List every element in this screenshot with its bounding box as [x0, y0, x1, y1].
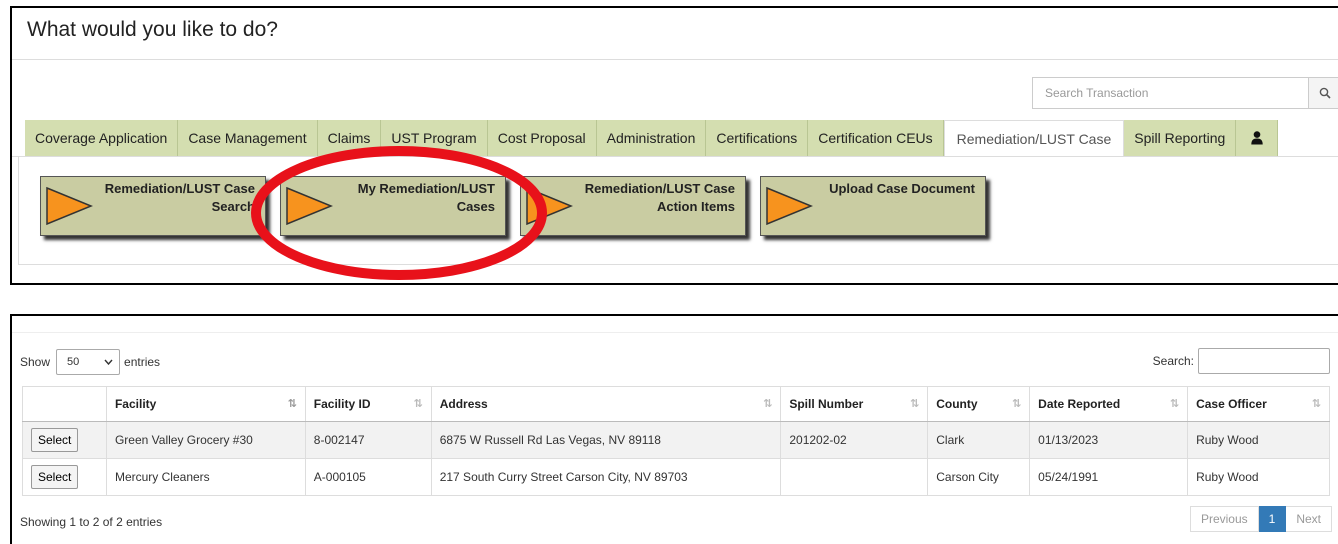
cell-county: Carson City [927, 458, 1031, 496]
sort-asc-icon: ⇅ [287, 398, 297, 410]
tab-spill-reporting[interactable]: Spill Reporting [1124, 120, 1237, 156]
cell-address: 6875 W Russell Rd Las Vegas, NV 89118 [430, 421, 782, 459]
table-header-row: Facility ⇅ Facility ID ⇅ Address ⇅ Spill Nu… [22, 386, 1330, 422]
tab-cost-proposal[interactable]: Cost Proposal [487, 120, 597, 156]
remediation-action-items-button[interactable]: Remediation/LUST Case Action Items [520, 176, 746, 236]
column-header-date-reported[interactable]: Date Reported ⇅ [1029, 386, 1189, 422]
cases-panel: Show 50 entries Search: Facility ⇅ Facili… [10, 314, 1338, 544]
play-arrow-icon [526, 186, 573, 226]
previous-page-button[interactable]: Previous [1189, 506, 1259, 532]
column-header-case-officer[interactable]: Case Officer ⇅ [1187, 386, 1330, 422]
tab-certification-ceus[interactable]: Certification CEUs [808, 120, 944, 156]
show-label: Show [20, 355, 51, 369]
action-label: Remediation/LUST Case Search [104, 181, 255, 214]
cell-county: Clark [927, 421, 1031, 459]
filter-label: Search: [1152, 354, 1194, 368]
column-header-address[interactable]: Address ⇅ [430, 386, 782, 422]
column-header-spill-number[interactable]: Spill Number ⇅ [780, 386, 929, 422]
search-button[interactable] [1308, 77, 1338, 109]
cell-facility-id: 8-002147 [304, 421, 432, 459]
title-divider [12, 59, 1338, 60]
tab-coverage-application[interactable]: Coverage Application [25, 120, 179, 156]
action-label: My Remediation/LUST Cases [357, 181, 495, 214]
cell-date-reported: 05/24/1991 [1029, 458, 1189, 496]
table-row: Select Mercury Cleaners A-000105 217 Sou… [22, 458, 1330, 496]
cases-table: Facility ⇅ Facility ID ⇅ Address ⇅ Spill Nu… [22, 386, 1330, 496]
chevron-down-icon [104, 359, 113, 365]
table-filter: Search: [1153, 348, 1330, 374]
select-button[interactable]: Select [31, 428, 79, 452]
main-tabs: Coverage Application Case Management Cla… [25, 120, 1279, 156]
panel-divider [12, 332, 1338, 333]
cell-case-officer: Ruby Wood [1187, 458, 1330, 496]
sort-icon: ⇅ [413, 398, 423, 410]
cell-facility: Mercury Cleaners [105, 458, 306, 496]
action-label: Remediation/LUST Case Action Items [584, 181, 735, 214]
upload-case-document-button[interactable]: Upload Case Document [760, 176, 986, 236]
cell-case-officer: Ruby Wood [1187, 421, 1330, 459]
action-panel: What would you like to do? Coverage Appl… [10, 6, 1338, 285]
sort-icon: ⇅ [1311, 398, 1321, 410]
sort-icon: ⇅ [910, 398, 920, 410]
user-icon [1251, 131, 1263, 145]
column-header-action [22, 386, 107, 422]
tab-claims[interactable]: Claims [317, 120, 382, 156]
remediation-case-search-button[interactable]: Remediation/LUST Case Search [40, 176, 266, 236]
next-page-button[interactable]: Next [1286, 506, 1332, 532]
cell-date-reported: 01/13/2023 [1029, 421, 1189, 459]
sort-icon: ⇅ [1169, 398, 1180, 410]
entries-label: entries [124, 355, 161, 369]
pagination: Previous 1 Next [1189, 506, 1332, 532]
column-header-county[interactable]: County ⇅ [927, 386, 1031, 422]
search-icon [1319, 87, 1331, 99]
cell-spill-number: 201202-02 [780, 421, 929, 459]
tab-ust-program[interactable]: UST Program [381, 120, 488, 156]
table-search-input[interactable] [1198, 348, 1330, 374]
page-1-button[interactable]: 1 [1258, 506, 1287, 532]
action-label: Upload Case Document [829, 181, 975, 196]
my-remediation-cases-button[interactable]: My Remediation/LUST Cases [280, 176, 506, 236]
table-info: Showing 1 to 2 of 2 entries [20, 515, 163, 529]
transaction-search [1032, 77, 1338, 109]
tab-certifications[interactable]: Certifications [706, 120, 809, 156]
search-input[interactable] [1032, 77, 1308, 109]
page-title: What would you like to do? [27, 18, 278, 41]
cell-facility: Green Valley Grocery #30 [105, 421, 306, 459]
cell-facility-id: A-000105 [304, 458, 432, 496]
tab-user-profile[interactable] [1236, 120, 1279, 156]
tab-administration[interactable]: Administration [596, 120, 707, 156]
cell-address: 217 South Curry Street Carson City, NV 8… [430, 458, 782, 496]
play-arrow-icon [766, 186, 813, 226]
play-arrow-icon [286, 186, 333, 226]
play-arrow-icon [46, 186, 93, 226]
sort-icon: ⇅ [763, 398, 773, 410]
page-length-select[interactable]: 50 [56, 349, 121, 375]
select-button[interactable]: Select [31, 465, 79, 489]
tab-case-management[interactable]: Case Management [178, 120, 318, 156]
cell-spill-number [780, 458, 929, 496]
column-header-facility[interactable]: Facility ⇅ [105, 386, 306, 422]
table-row: Select Green Valley Grocery #30 8-002147… [22, 421, 1330, 459]
page-length-control: Show 50 entries [20, 349, 160, 375]
page-length-value: 50 [67, 356, 80, 368]
column-header-facility-id[interactable]: Facility ID ⇅ [304, 386, 432, 422]
sort-icon: ⇅ [1011, 398, 1022, 410]
tab-remediation-lust-case[interactable]: Remediation/LUST Case [943, 120, 1125, 156]
